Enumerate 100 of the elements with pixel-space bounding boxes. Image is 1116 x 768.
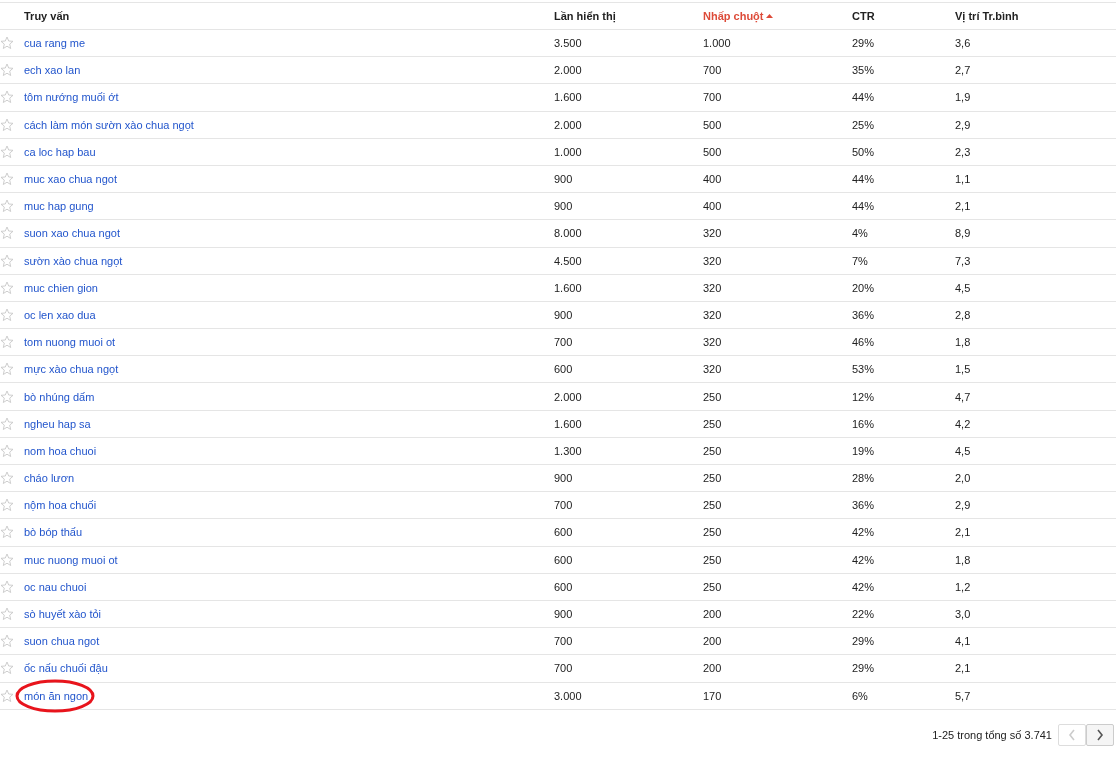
table-cell: 44% bbox=[852, 200, 875, 213]
star-icon[interactable] bbox=[0, 661, 14, 676]
star-icon[interactable] bbox=[0, 335, 14, 350]
query-link[interactable]: muc nuong muoi ot bbox=[24, 553, 118, 566]
star-icon[interactable] bbox=[0, 688, 14, 703]
table-cell: 1,9 bbox=[955, 91, 971, 104]
star-icon[interactable] bbox=[0, 362, 14, 377]
table-cell: 900 bbox=[554, 200, 573, 213]
table-cell: 320 bbox=[703, 227, 722, 240]
column-header[interactable]: Truy vấn bbox=[24, 10, 70, 22]
query-link[interactable]: sò huyết xào tỏi bbox=[24, 608, 102, 621]
query-link[interactable]: oc nau chuoi bbox=[24, 580, 87, 593]
table-cell: 250 bbox=[703, 499, 722, 512]
table-cell: 42% bbox=[852, 553, 875, 566]
table-cell: 36% bbox=[852, 499, 875, 512]
star-icon[interactable] bbox=[0, 172, 14, 187]
star-icon[interactable] bbox=[0, 36, 14, 51]
star-icon[interactable] bbox=[0, 498, 14, 513]
star-icon[interactable] bbox=[0, 253, 14, 268]
table-cell: 2.000 bbox=[554, 64, 582, 77]
query-link[interactable]: cách làm món sườn xào chua ngọt bbox=[24, 118, 194, 131]
query-link[interactable]: suon xao chua ngot bbox=[24, 227, 121, 240]
table-cell: 1.300 bbox=[554, 444, 582, 457]
query-link[interactable]: ngheu hap sa bbox=[24, 417, 91, 430]
table-cell: 44% bbox=[852, 173, 875, 186]
query-link[interactable]: oc len xao dua bbox=[24, 308, 96, 321]
query-link[interactable]: muc chien gion bbox=[24, 281, 98, 294]
table-cell: 1,8 bbox=[955, 336, 971, 349]
table-cell: 400 bbox=[703, 200, 722, 213]
table-cell: 2.000 bbox=[554, 390, 582, 403]
table-cell: 12% bbox=[852, 390, 875, 403]
table-cell: 200 bbox=[703, 662, 722, 675]
next-page-button[interactable] bbox=[1086, 723, 1114, 746]
star-icon[interactable] bbox=[0, 307, 14, 322]
star-icon[interactable] bbox=[0, 525, 14, 540]
star-icon[interactable] bbox=[0, 389, 14, 404]
column-header[interactable]: Vị trí Tr.bình bbox=[955, 10, 1019, 22]
star-icon[interactable] bbox=[0, 471, 14, 486]
star-icon[interactable] bbox=[0, 552, 14, 567]
star-icon[interactable] bbox=[0, 280, 14, 295]
table-cell: 3,0 bbox=[955, 608, 971, 621]
table-cell: 250 bbox=[703, 526, 722, 539]
query-link[interactable]: ca loc hap bau bbox=[24, 145, 96, 158]
table-cell: 320 bbox=[703, 363, 722, 376]
table-cell: 250 bbox=[703, 444, 722, 457]
star-icon[interactable] bbox=[0, 607, 14, 622]
query-link[interactable]: ốc nấu chuối đậu bbox=[24, 662, 108, 675]
table-cell: 29% bbox=[852, 662, 875, 675]
table-cell: 900 bbox=[554, 308, 573, 321]
table-cell: 1.000 bbox=[703, 37, 731, 50]
table-cell: 3,6 bbox=[955, 37, 971, 50]
star-icon[interactable] bbox=[0, 90, 14, 105]
table-cell: 320 bbox=[703, 281, 722, 294]
table-cell: 500 bbox=[703, 118, 722, 131]
table-cell: 700 bbox=[554, 336, 573, 349]
star-icon[interactable] bbox=[0, 63, 14, 78]
star-icon[interactable] bbox=[0, 579, 14, 594]
star-icon[interactable] bbox=[0, 144, 14, 159]
query-link[interactable]: muc hap gung bbox=[24, 200, 94, 213]
table-cell: 8.000 bbox=[554, 227, 582, 240]
column-header[interactable]: CTR bbox=[852, 10, 875, 22]
column-header[interactable]: Lần hiển thị bbox=[554, 10, 616, 22]
query-link[interactable]: bò nhúng dấm bbox=[24, 390, 95, 403]
table-cell: 1.600 bbox=[554, 281, 582, 294]
column-header[interactable]: Nhấp chuột bbox=[703, 10, 773, 22]
chevron-left-icon bbox=[1068, 728, 1076, 741]
query-link[interactable]: muc xao chua ngot bbox=[24, 173, 117, 186]
query-link[interactable]: tôm nướng muối ớt bbox=[24, 91, 119, 104]
table-cell: 200 bbox=[703, 608, 722, 621]
query-link[interactable]: cua rang me bbox=[24, 37, 86, 50]
table-cell: 8,9 bbox=[955, 227, 971, 240]
query-link[interactable]: tom nuong muoi ot bbox=[24, 336, 116, 349]
query-link[interactable]: nộm hoa chuối bbox=[24, 499, 97, 512]
star-icon[interactable] bbox=[0, 199, 14, 214]
star-icon[interactable] bbox=[0, 226, 14, 241]
star-icon[interactable] bbox=[0, 634, 14, 649]
pagination-range: 1-25 trong tổng số 3.741 bbox=[932, 728, 1052, 741]
table-cell: 2,0 bbox=[955, 472, 971, 485]
table-cell: 46% bbox=[852, 336, 875, 349]
query-link[interactable]: sườn xào chua ngọt bbox=[24, 254, 123, 267]
table-cell: 2,1 bbox=[955, 526, 971, 539]
star-icon[interactable] bbox=[0, 443, 14, 458]
table-cell: 600 bbox=[554, 526, 573, 539]
table-cell: 4,5 bbox=[955, 444, 971, 457]
star-icon[interactable] bbox=[0, 117, 14, 132]
star-icon[interactable] bbox=[0, 416, 14, 431]
query-link[interactable]: nom hoa chuoi bbox=[24, 444, 97, 457]
table-cell: 700 bbox=[703, 91, 722, 104]
table-cell: 320 bbox=[703, 336, 722, 349]
table-cell: 42% bbox=[852, 580, 875, 593]
table-cell: 900 bbox=[554, 472, 573, 485]
table-cell: 1.000 bbox=[554, 145, 582, 158]
table-cell: 2,9 bbox=[955, 118, 971, 131]
table-cell: 200 bbox=[703, 635, 722, 648]
query-link[interactable]: mực xào chua ngọt bbox=[24, 363, 119, 376]
query-link[interactable]: cháo lươn bbox=[24, 472, 75, 485]
query-link[interactable]: suon chua ngot bbox=[24, 635, 100, 648]
query-link[interactable]: bò bóp thấu bbox=[24, 526, 83, 539]
table-cell: 250 bbox=[703, 580, 722, 593]
query-link[interactable]: ech xao lan bbox=[24, 64, 81, 77]
